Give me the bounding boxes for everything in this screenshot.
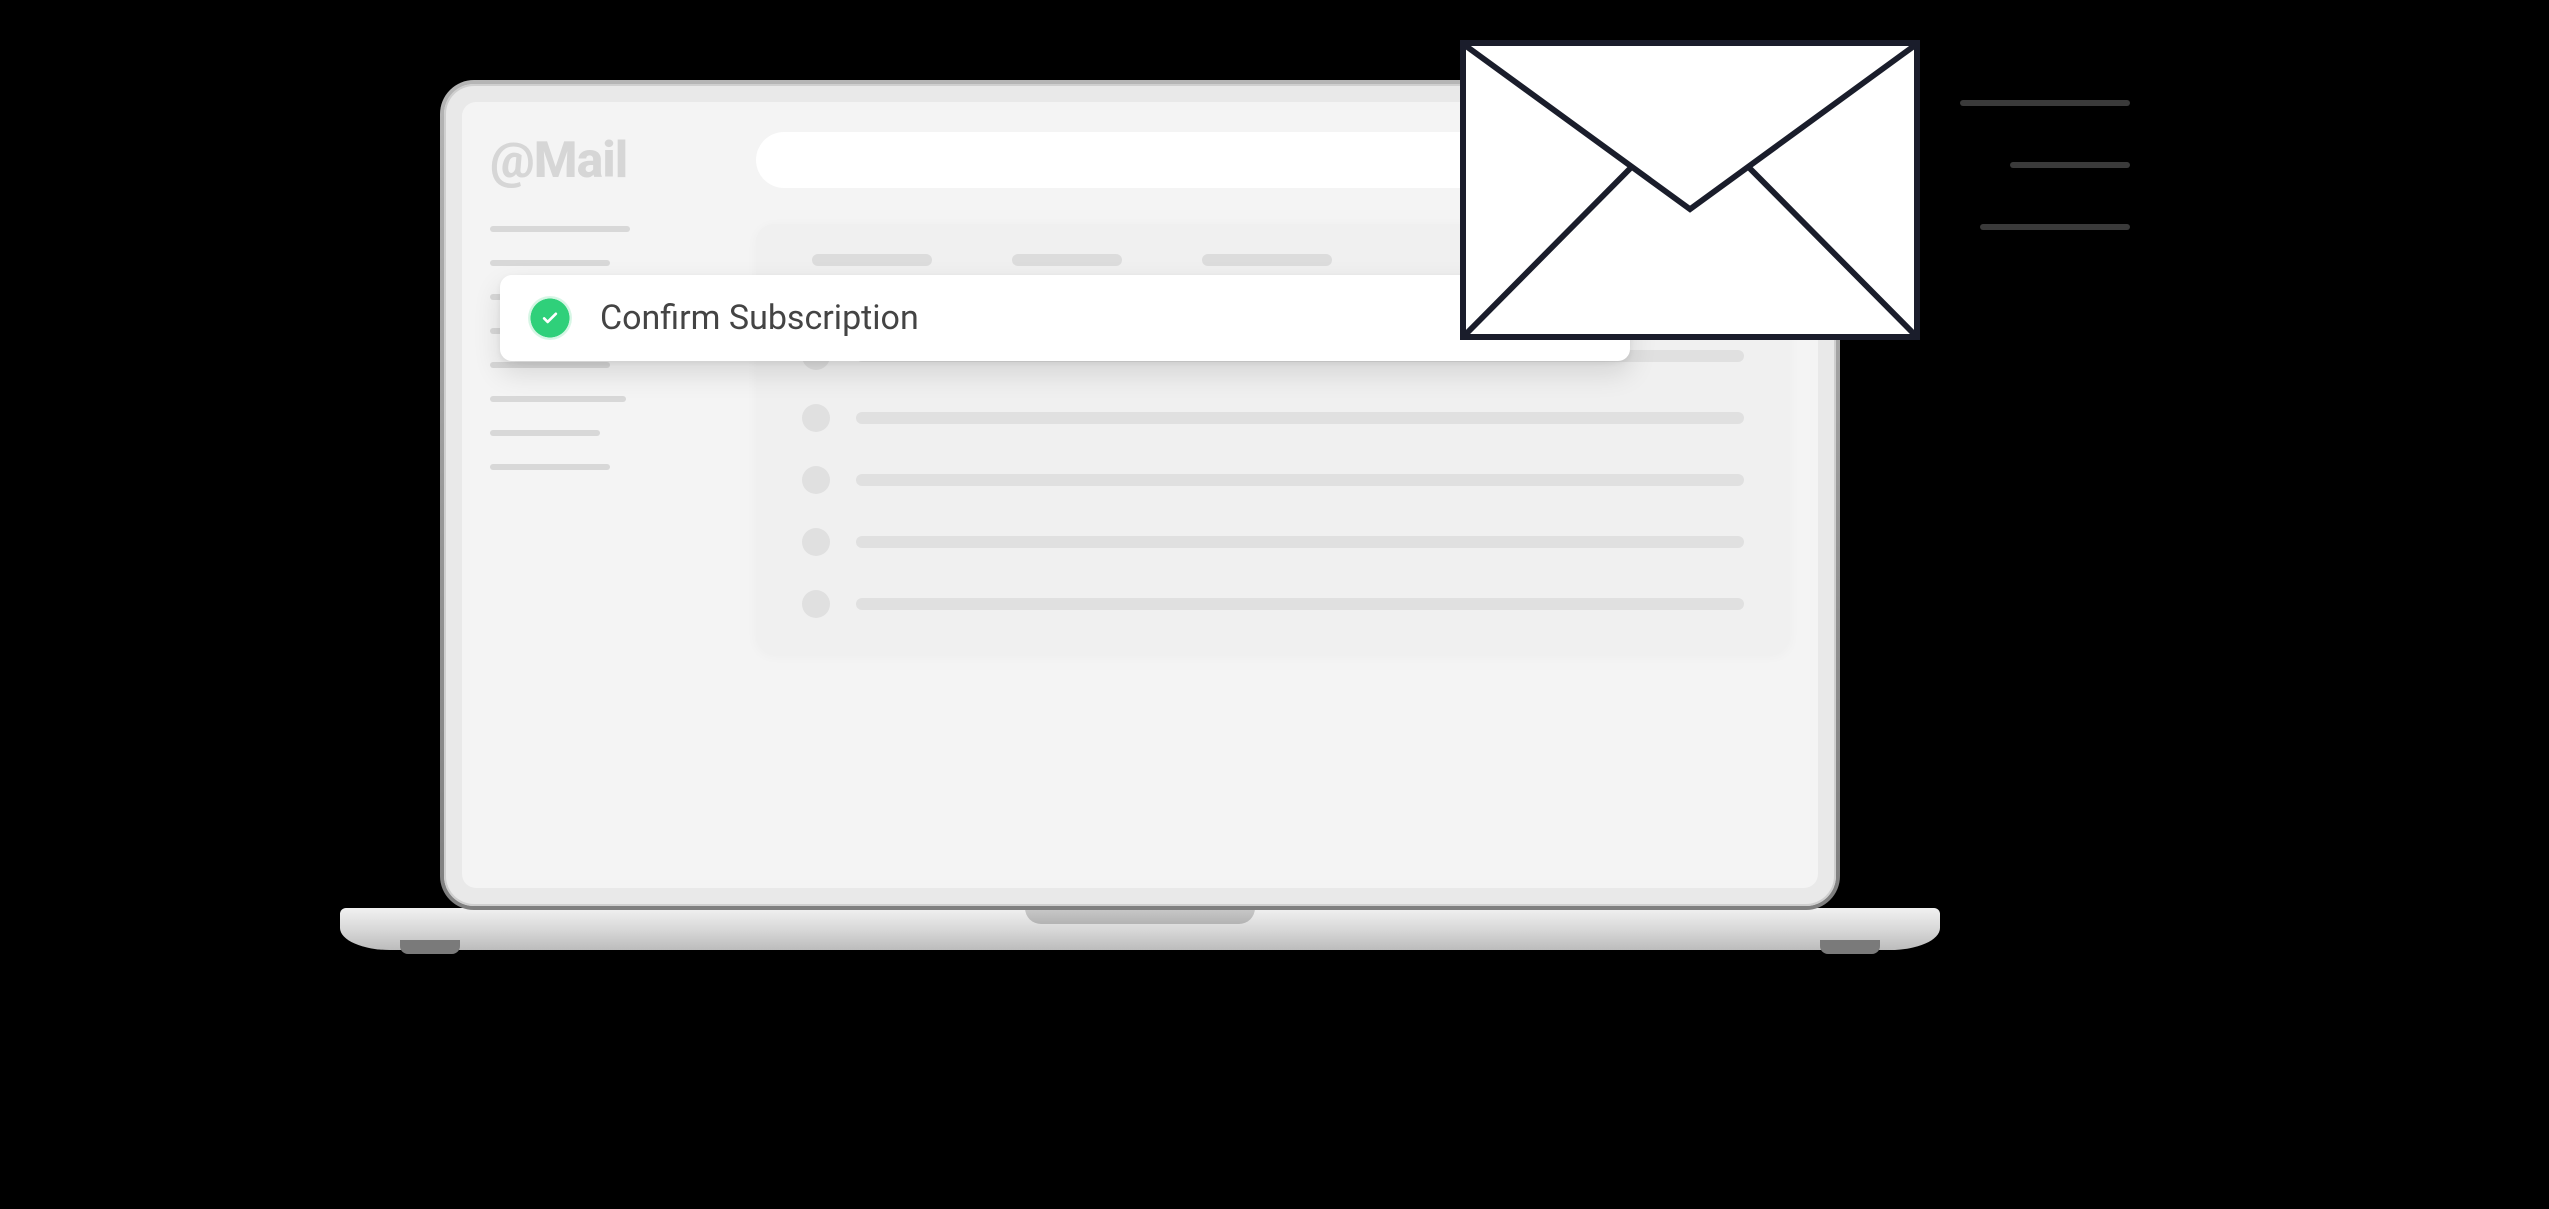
sender-avatar-placeholder — [802, 590, 830, 618]
email-row[interactable] — [802, 404, 1744, 432]
checkmark-icon — [528, 296, 572, 340]
motion-lines-icon — [1960, 100, 2130, 230]
inbox-tab[interactable] — [1202, 254, 1332, 266]
app-logo: @Mail — [490, 132, 720, 190]
envelope-icon — [1460, 40, 1920, 340]
laptop-base — [340, 908, 1940, 950]
sidebar-item[interactable] — [490, 226, 630, 232]
sidebar-item[interactable] — [490, 260, 610, 266]
email-row[interactable] — [802, 590, 1744, 618]
inbox-tab[interactable] — [1012, 254, 1122, 266]
laptop-trackpad-notch — [1025, 908, 1255, 924]
email-subject-placeholder — [856, 412, 1744, 424]
email-subject-placeholder — [856, 536, 1744, 548]
email-row[interactable] — [802, 466, 1744, 494]
email-subject-placeholder — [856, 474, 1744, 486]
sidebar-item[interactable] — [490, 396, 626, 402]
sidebar-item[interactable] — [490, 362, 610, 368]
sidebar: @Mail — [490, 132, 720, 888]
laptop-foot — [1820, 940, 1880, 954]
highlighted-email-subject: Confirm Subscription — [600, 298, 919, 338]
email-row[interactable] — [802, 528, 1744, 556]
sidebar-item[interactable] — [490, 430, 600, 436]
sender-avatar-placeholder — [802, 528, 830, 556]
sidebar-item[interactable] — [490, 464, 610, 470]
sender-avatar-placeholder — [802, 466, 830, 494]
laptop-foot — [400, 940, 460, 954]
sender-avatar-placeholder — [802, 404, 830, 432]
inbox-rows — [802, 342, 1744, 618]
email-subject-placeholder — [856, 598, 1744, 610]
inbox-tab[interactable] — [812, 254, 932, 266]
